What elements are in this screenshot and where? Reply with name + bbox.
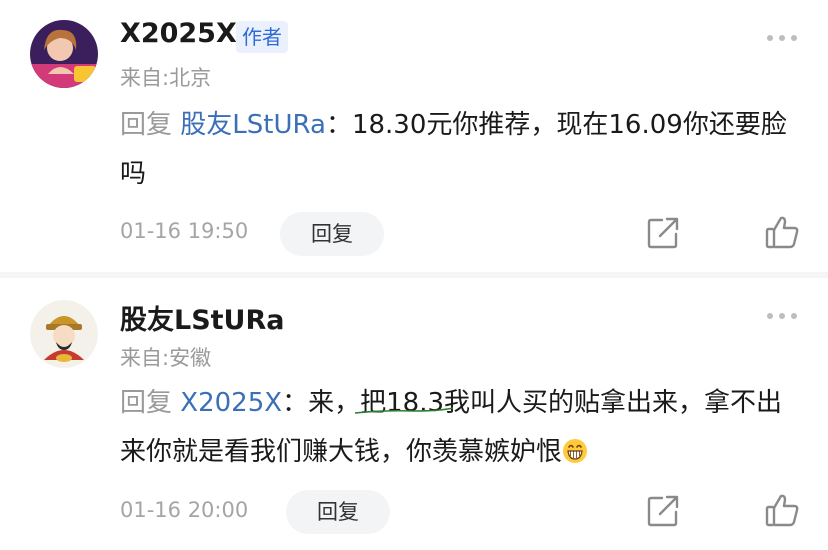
location-label: 来自:安徽 bbox=[120, 346, 212, 370]
username[interactable]: 股友LStURa bbox=[120, 298, 285, 337]
caishen-avatar-icon bbox=[30, 300, 98, 368]
reply-target-link[interactable]: X2025X bbox=[180, 388, 282, 418]
author-badge: 作者 bbox=[236, 21, 288, 53]
user-avatar[interactable] bbox=[30, 300, 98, 368]
comment-item: X2025X 作者 来自:北京 回复 股友LStURa：18.30元你推荐，现在… bbox=[0, 0, 828, 272]
comment-item: 股友LStURa 来自:安徽 回复 X2025X：来，把18.3我叫人买的贴拿出… bbox=[0, 278, 828, 550]
reply-prefix: 回复 bbox=[120, 110, 173, 140]
comment-text: 回复 股友LStURa：18.30元你推荐，现在16.09你还要脸吗 bbox=[120, 101, 800, 199]
user-avatar[interactable] bbox=[30, 20, 98, 88]
grinning-emoji-icon bbox=[563, 439, 588, 463]
user-avatar-icon bbox=[30, 20, 98, 88]
reply-separator: ： bbox=[325, 110, 352, 140]
reply-prefix: 回复 bbox=[120, 388, 173, 418]
green-underline-mark bbox=[355, 407, 454, 414]
like-icon[interactable] bbox=[764, 492, 800, 528]
share-icon[interactable] bbox=[646, 216, 680, 250]
like-icon[interactable] bbox=[764, 214, 800, 250]
underlined-text: 把18.3我叫人买的贴拿出来， bbox=[355, 388, 704, 418]
reply-separator: ： bbox=[282, 388, 309, 418]
timestamp: 01-16 19:50 bbox=[120, 219, 249, 243]
more-options-icon[interactable] bbox=[766, 34, 798, 42]
timestamp: 01-16 20:00 bbox=[120, 498, 249, 522]
reply-button[interactable]: 回复 bbox=[286, 490, 390, 534]
more-options-icon[interactable] bbox=[766, 312, 798, 320]
reply-button[interactable]: 回复 bbox=[280, 212, 384, 256]
username[interactable]: X2025X bbox=[120, 18, 237, 49]
comment-text: 回复 X2025X：来，把18.3我叫人买的贴拿出来， 拿不出来你就是看我们赚大钱… bbox=[120, 379, 800, 477]
reply-body-start: 来， bbox=[308, 388, 361, 418]
reply-target-link[interactable]: 股友LStURa bbox=[180, 110, 326, 140]
location-label: 来自:北京 bbox=[120, 66, 212, 90]
share-icon[interactable] bbox=[646, 494, 680, 528]
